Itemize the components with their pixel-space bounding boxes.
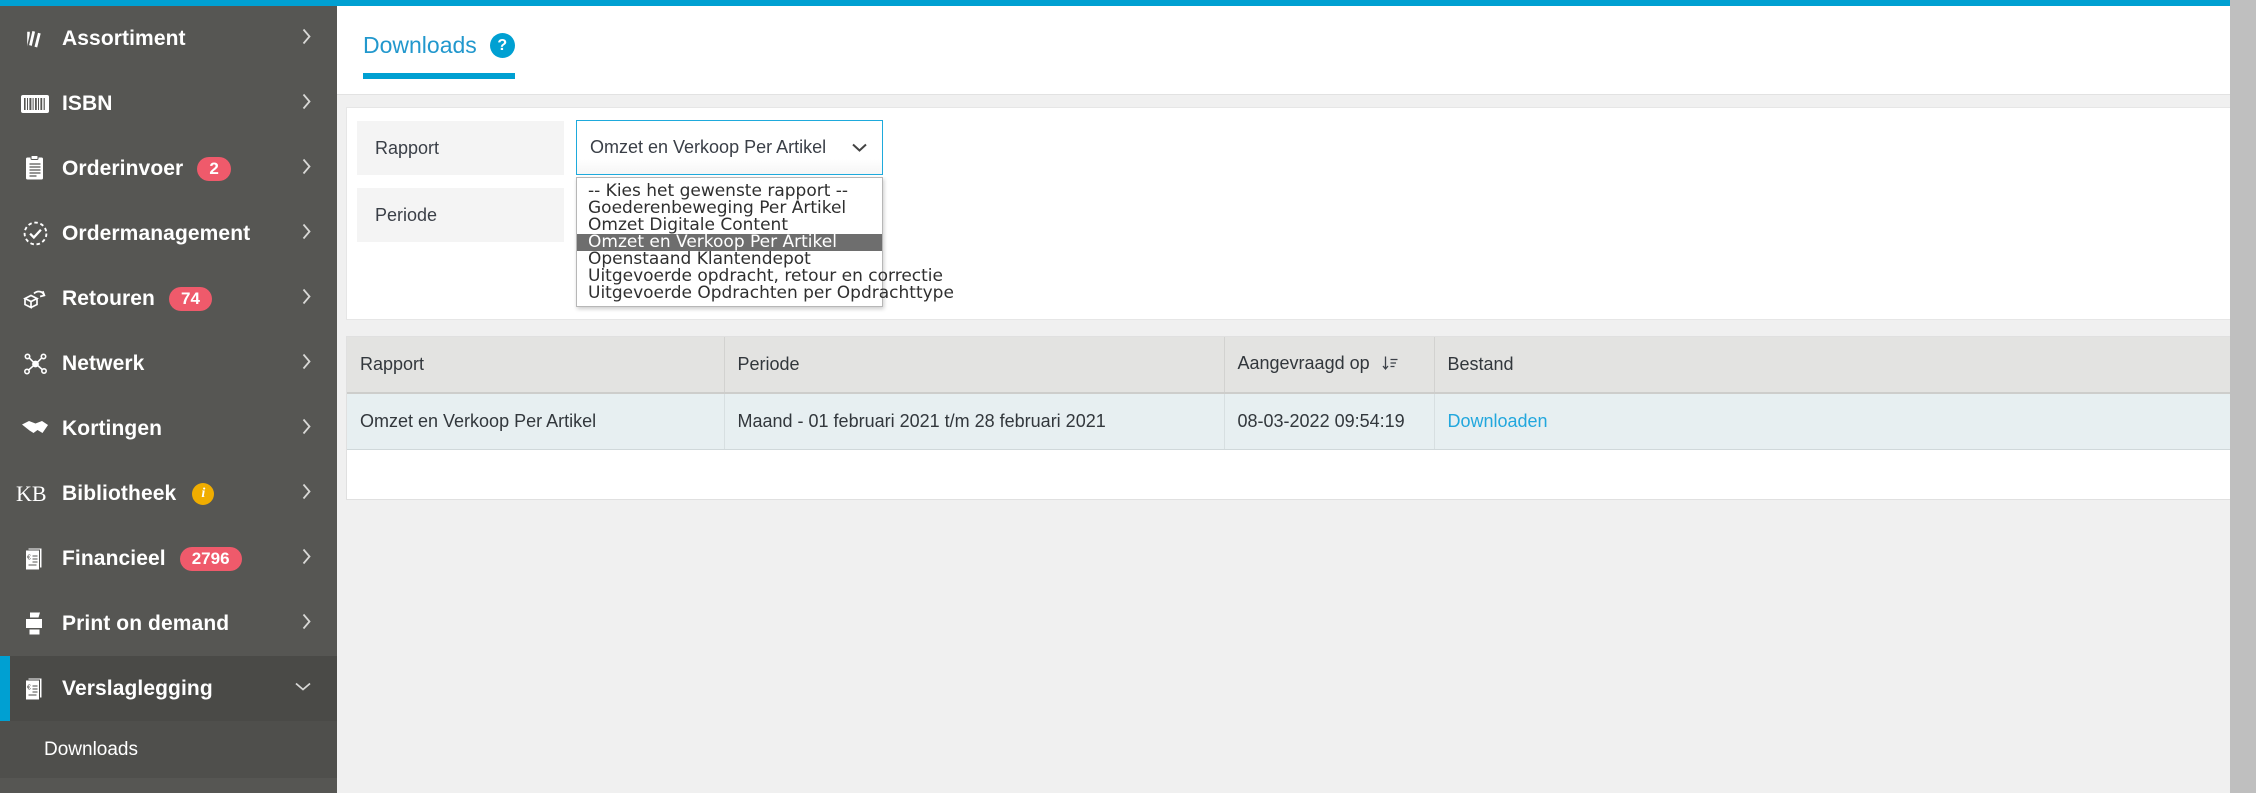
sidebar-item-isbn[interactable]: ISBN — [0, 71, 337, 136]
sidebar-item-verslaglegging[interactable]: € Verslaglegging — [0, 656, 337, 721]
tab-active-underline — [363, 73, 515, 79]
sidebar-item-label: Orderinvoer — [62, 156, 184, 180]
chevron-down-icon[interactable] — [851, 142, 882, 153]
sidebar-item-bibliotheek[interactable]: KB Bibliotheek i — [0, 461, 337, 526]
sidebar-item-label: Financieel — [62, 546, 166, 570]
tab-label: Downloads — [363, 32, 477, 58]
sidebar-item-label: Print on demand — [62, 611, 230, 635]
rapport-select-value: Omzet en Verkoop Per Artikel — [590, 137, 827, 157]
chevron-right-icon — [300, 221, 313, 246]
column-header-label: Aangevraagd op — [1237, 353, 1370, 373]
chevron-right-icon — [300, 156, 313, 181]
table-row[interactable]: Omzet en Verkoop Per Artikel Maand - 01 … — [347, 393, 2256, 450]
app-root: Assortiment ISBN Orderinvoer 2 Ordermana… — [0, 0, 2256, 793]
sidebar-subitem-downloads[interactable]: Downloads — [0, 721, 337, 778]
cell-periode: Maand - 01 februari 2021 t/m 28 februari… — [724, 393, 1225, 450]
handshake-icon — [14, 418, 56, 440]
sidebar-item-ordermanagement[interactable]: Ordermanagement — [0, 201, 337, 266]
status-badge: 2796 — [179, 546, 242, 571]
tab-downloads[interactable]: Downloads ? — [363, 32, 515, 79]
svg-text:€: € — [27, 555, 31, 562]
rapport-select[interactable]: Omzet en Verkoop Per Artikel — [576, 120, 883, 175]
info-badge[interactable]: i — [192, 482, 215, 505]
books-icon — [14, 26, 56, 52]
sidebar-item-kortingen[interactable]: Kortingen — [0, 396, 337, 461]
tab-strip: Downloads ? — [337, 6, 2256, 95]
svg-text:€: € — [27, 685, 31, 692]
filter-panel: Rapport Periode Omzet en Verkoop Per Art… — [346, 107, 2256, 320]
svg-text:KB: KB — [16, 481, 47, 506]
sidebar-subnav: Downloads — [0, 721, 337, 778]
downloads-table: Rapport Periode Aangevraagd op Bestand O… — [347, 337, 2256, 450]
status-badge: 74 — [168, 286, 212, 311]
chevron-right-icon — [300, 416, 313, 441]
cell-bestand: Downloaden — [1434, 393, 2256, 450]
periode-label: Periode — [357, 188, 564, 242]
sidebar-item-assortiment[interactable]: Assortiment — [0, 6, 337, 71]
sidebar-item-label: Ordermanagement — [62, 221, 251, 245]
select-option[interactable]: Uitgevoerde Opdrachten per Opdrachttype — [577, 285, 954, 302]
rapport-select-options[interactable]: -- Kies het gewenste rapport -- Goederen… — [576, 177, 954, 307]
downloads-grid: Rapport Periode Aangevraagd op Bestand O… — [346, 336, 2256, 500]
invoice-euro-icon: € — [14, 545, 56, 572]
column-header-periode[interactable]: Periode — [724, 337, 1225, 394]
sidebar-item-label: Verslaglegging — [62, 676, 213, 700]
sidebar-subitem-label: Downloads — [44, 738, 138, 760]
sort-descending-icon[interactable] — [1382, 355, 1399, 376]
chevron-right-icon — [300, 351, 313, 376]
top-accent-bar — [0, 0, 2230, 6]
chevron-right-icon — [300, 481, 313, 506]
clipboard-icon — [14, 155, 56, 182]
chevron-right-icon — [300, 546, 313, 571]
sidebar-item-label: ISBN — [62, 91, 113, 115]
chevron-right-icon — [300, 91, 313, 116]
cell-aangevraagd-op: 08-03-2022 09:54:19 — [1224, 393, 1435, 450]
column-header-label: Periode — [737, 354, 800, 374]
invoice-euro-icon: € — [14, 675, 56, 702]
column-header-label: Bestand — [1447, 354, 1514, 374]
sidebar-item-financieel[interactable]: € Financieel 2796 — [0, 526, 337, 591]
sidebar: Assortiment ISBN Orderinvoer 2 Ordermana… — [0, 0, 337, 793]
chevron-down-icon — [293, 680, 313, 698]
column-header-aangevraagd-op[interactable]: Aangevraagd op — [1224, 337, 1435, 394]
sidebar-item-label: Netwerk — [62, 351, 145, 375]
status-badge: 2 — [197, 156, 231, 181]
sidebar-item-label: Bibliotheek — [62, 481, 177, 505]
grid-footer: 1 regel(s) geselecteerd van 1 — [347, 450, 2256, 499]
sidebar-item-label: Retouren — [62, 286, 155, 310]
column-header-rapport[interactable]: Rapport — [347, 337, 725, 394]
sidebar-item-label: Assortiment — [62, 26, 186, 50]
sidebar-item-label: Kortingen — [62, 416, 163, 440]
check-circle-icon — [14, 220, 56, 247]
kb-logo-icon: KB — [14, 481, 56, 507]
chevron-right-icon — [300, 611, 313, 636]
sidebar-item-netwerk[interactable]: Netwerk — [0, 331, 337, 396]
column-header-bestand[interactable]: Bestand — [1434, 337, 2256, 394]
network-icon — [14, 351, 56, 377]
sidebar-item-print-on-demand[interactable]: Print on demand — [0, 591, 337, 656]
chevron-right-icon — [300, 286, 313, 311]
rapport-field-row: Rapport — [357, 121, 564, 175]
column-header-label: Rapport — [360, 354, 425, 374]
rapport-label: Rapport — [357, 121, 564, 175]
help-icon[interactable]: ? — [489, 33, 515, 58]
cell-rapport: Omzet en Verkoop Per Artikel — [347, 393, 725, 450]
periode-field-row: Periode — [357, 188, 564, 242]
sidebar-item-orderinvoer[interactable]: Orderinvoer 2 — [0, 136, 337, 201]
sidebar-item-retouren[interactable]: Retouren 74 — [0, 266, 337, 331]
main-content: Downloads ? Rapport Periode Omzet en Ver… — [337, 0, 2256, 793]
downloaden-link[interactable]: Downloaden — [1448, 411, 1548, 431]
table-header-row: Rapport Periode Aangevraagd op Bestand — [347, 337, 2256, 394]
return-box-icon — [14, 286, 56, 312]
chevron-right-icon — [300, 26, 313, 51]
barcode-icon — [14, 92, 56, 116]
page-scrollbar[interactable] — [2230, 0, 2256, 793]
printer-icon — [14, 610, 56, 637]
